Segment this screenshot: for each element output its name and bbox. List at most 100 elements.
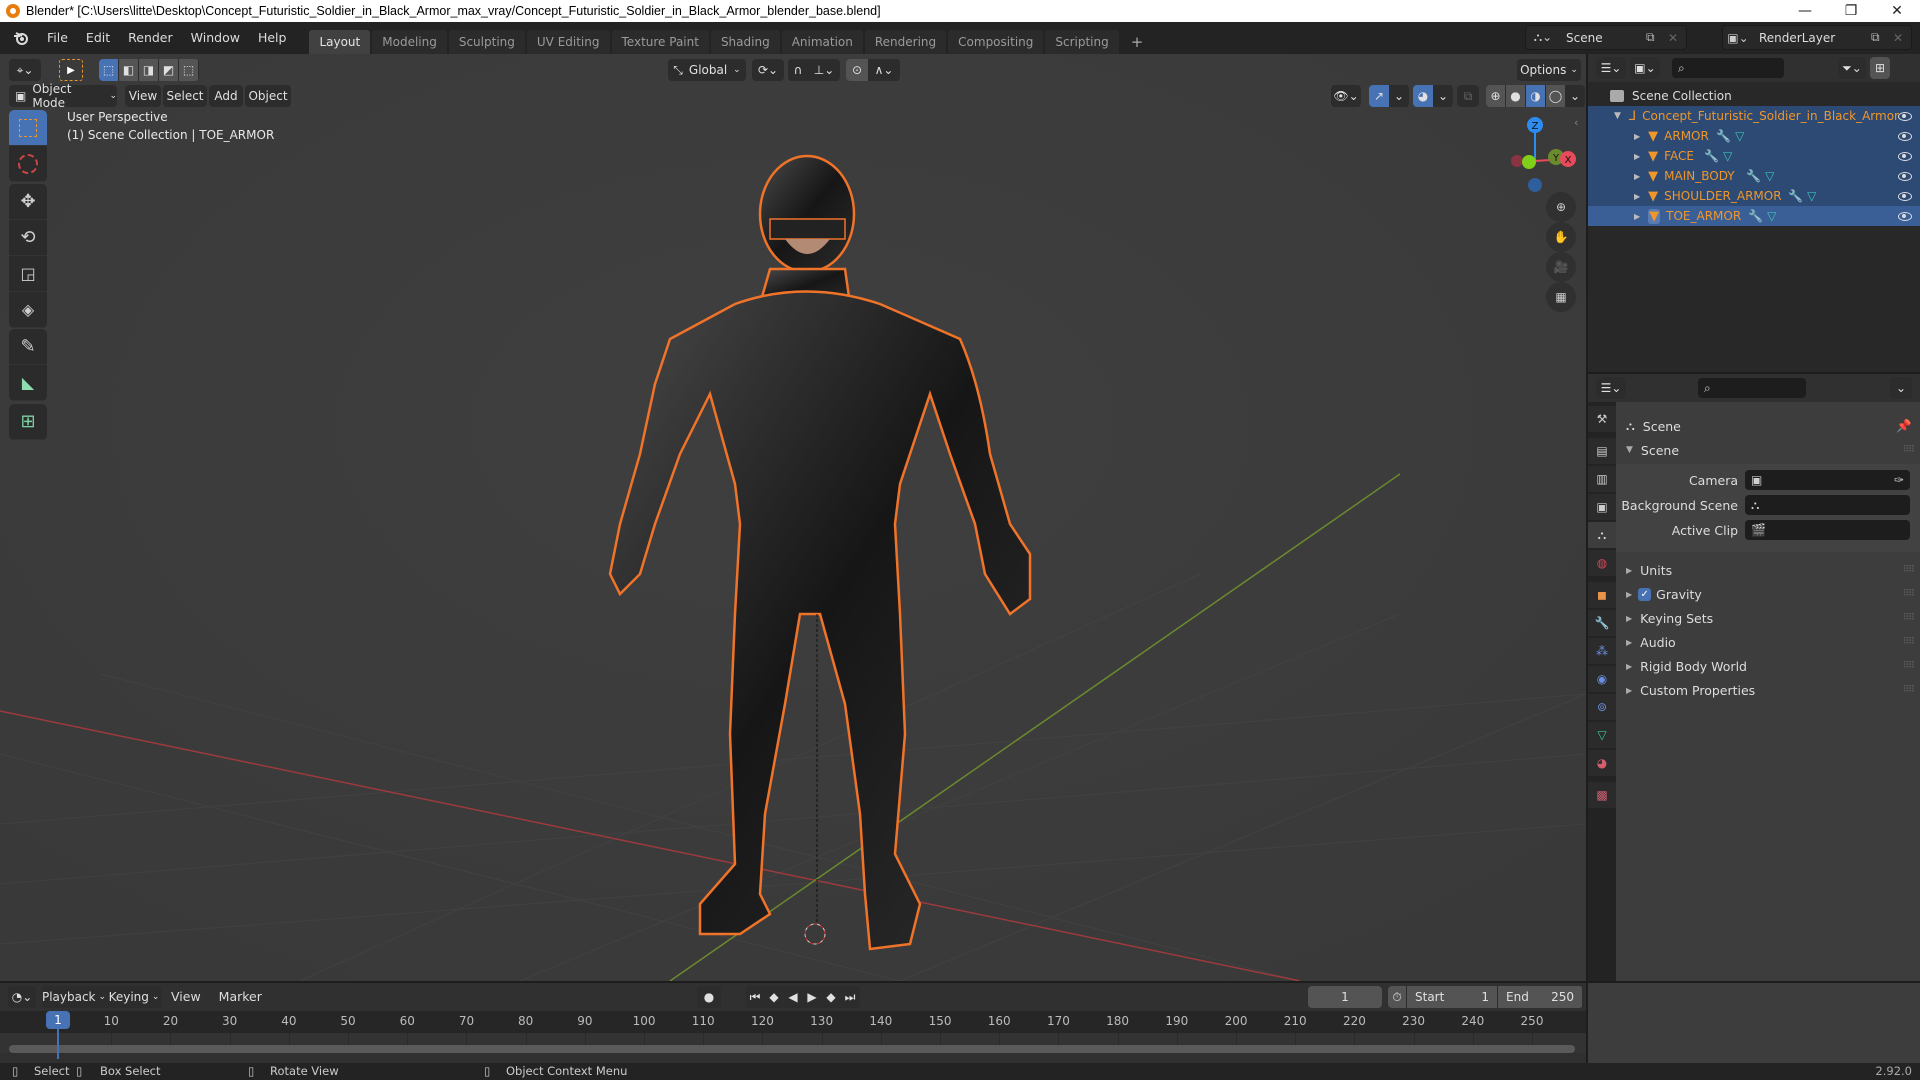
overlay-dropdown[interactable]: ⌄ — [1434, 85, 1452, 107]
active-clip-field[interactable]: 🎬 — [1745, 520, 1910, 540]
shading-material-button[interactable]: ◑ — [1526, 85, 1545, 107]
expand-arrow-icon[interactable]: ▶ — [1634, 192, 1640, 201]
visibility-dropdown[interactable]: 👁⌄ — [1331, 85, 1361, 107]
visibility-eye-icon[interactable] — [1898, 211, 1912, 221]
outliner-object-row[interactable]: ▶ ▼ FACE 🔧 ▽ — [1588, 146, 1920, 166]
mode-dropdown[interactable]: ▣ Object Mode ⌄ — [9, 82, 117, 110]
transform-orientation-dropdown[interactable]: ⤡ Global ⌄ — [668, 59, 746, 81]
jump-start-button[interactable]: ⏮ — [746, 986, 764, 1008]
ortho-toggle-button[interactable]: ▦ — [1546, 282, 1576, 312]
properties-search-input[interactable]: ⌕ — [1698, 378, 1806, 398]
visibility-eye-icon[interactable] — [1898, 171, 1912, 181]
scene-name[interactable]: Scene — [1560, 31, 1646, 45]
tab-shading[interactable]: Shading — [710, 30, 780, 54]
prev-keyframe-button[interactable]: ◆ — [765, 986, 783, 1008]
snap-target-dropdown[interactable]: ⊥⌄ — [809, 59, 839, 81]
menu-help[interactable]: Help — [249, 26, 296, 50]
new-collection-button[interactable]: ⊞ — [1870, 57, 1890, 79]
modifier-wrench-icon[interactable]: 🔧 — [1716, 129, 1731, 143]
expand-arrow-icon[interactable]: ▶ — [1634, 132, 1640, 141]
timeline-editor-type[interactable]: ◔⌄ — [8, 986, 36, 1008]
tool-measure[interactable]: ◣ — [9, 365, 47, 401]
camera-view-button[interactable]: 🎥 — [1546, 252, 1576, 282]
blender-menu-icon[interactable] — [10, 27, 32, 49]
mesh-data-icon[interactable]: ▽ — [1807, 189, 1816, 203]
close-button[interactable]: ✕ — [1874, 3, 1920, 19]
tool-select-box[interactable] — [9, 110, 47, 146]
drag-handle-icon[interactable]: ⠿⠿ — [1903, 613, 1915, 623]
select-subtract-button[interactable]: ◨ — [139, 59, 158, 81]
3d-viewport[interactable]: ⌖⌄ ▶ ⬚ ◧ ◨ ◩ ⬚ ⤡ Global ⌄ ⟳⌄ ∩ ⊥⌄ ⊙ ∧⌄ Opt… — [0, 54, 1586, 981]
display-mode-dropdown[interactable]: ▣⌄ — [1630, 57, 1660, 79]
editor-type-button[interactable]: ⌖⌄ — [9, 59, 41, 81]
timeline-menu-playback[interactable]: Playback ⌄ — [42, 986, 106, 1008]
tab-tool[interactable]: ⚒ — [1588, 406, 1616, 432]
modifier-wrench-icon[interactable]: 🔧 — [1704, 149, 1719, 163]
tab-sculpting[interactable]: Sculpting — [448, 30, 525, 54]
tool-rotate[interactable]: ⟲ — [9, 220, 47, 256]
outliner-editor-type[interactable]: ☰⌄ — [1596, 57, 1626, 79]
timeline-menu-view[interactable]: View — [162, 985, 210, 1009]
playhead-handle[interactable]: 1 — [46, 1011, 70, 1029]
tool-cursor[interactable] — [9, 146, 47, 182]
copy-view-layer-icon[interactable]: ⧉ — [1871, 30, 1893, 45]
drag-handle-icon[interactable]: ⠿⠿ — [1903, 661, 1915, 671]
view-layer-selector[interactable]: ▣⌄ RenderLayer ⧉ ✕ — [1722, 25, 1912, 50]
tab-texture[interactable]: ▩ — [1588, 782, 1616, 808]
visibility-eye-icon[interactable] — [1898, 151, 1912, 161]
tab-particles[interactable]: ⁂ — [1588, 638, 1616, 664]
tab-view-layer[interactable]: ▣ — [1588, 494, 1616, 520]
shading-solid-button[interactable]: ● — [1506, 85, 1525, 107]
menu-file[interactable]: File — [38, 26, 77, 50]
tab-scripting[interactable]: Scripting — [1045, 30, 1119, 54]
snap-toggle[interactable]: ∩ — [788, 59, 808, 81]
background-scene-field[interactable]: ⛬ — [1745, 495, 1910, 515]
outliner-object-row[interactable]: ▶ ▼ SHOULDER_ARMOR 🔧 ▽ — [1588, 186, 1920, 206]
panel-audio[interactable]: ▶ Audio ⠿⠿ — [1616, 630, 1920, 654]
delete-scene-icon[interactable]: ✕ — [1668, 31, 1686, 45]
expand-arrow-icon[interactable]: ▶ — [1634, 172, 1640, 181]
tab-animation[interactable]: Animation — [781, 30, 863, 54]
expand-arrow-icon[interactable]: ▶ — [1634, 212, 1640, 221]
camera-field[interactable]: ▣ ✑ — [1745, 470, 1910, 490]
properties-options-dropdown[interactable]: ⌄ — [1890, 377, 1912, 399]
modifier-wrench-icon[interactable]: 🔧 — [1746, 169, 1761, 183]
mesh-data-icon[interactable]: ▽ — [1767, 209, 1776, 223]
overlay-toggle[interactable]: ◕ — [1413, 85, 1433, 107]
select-tool-icon[interactable]: ▶ — [59, 59, 83, 81]
outliner-object-row-active[interactable]: ▶ ▼ TOE_ARMOR 🔧 ▽ — [1588, 206, 1920, 226]
pivot-point-dropdown[interactable]: ⟳⌄ — [752, 59, 784, 81]
add-workspace-button[interactable]: + — [1121, 30, 1154, 54]
menu-render[interactable]: Render — [119, 26, 182, 50]
tool-scale[interactable]: ◲ — [9, 256, 47, 292]
select-intersect-button[interactable]: ⬚ — [179, 59, 198, 81]
shading-wireframe-button[interactable]: ⊕ — [1486, 85, 1505, 107]
tab-data[interactable]: ▽ — [1588, 722, 1616, 748]
panel-rigid-body-world[interactable]: ▶ Rigid Body World ⠿⠿ — [1616, 654, 1920, 678]
select-new-button[interactable]: ⬚ — [99, 59, 118, 81]
shading-dropdown[interactable]: ⌄ — [1566, 85, 1584, 107]
sidebar-toggle-icon[interactable]: ‹ — [1574, 116, 1578, 129]
viewport-menu-object[interactable]: Object — [245, 85, 291, 107]
tab-material[interactable]: ◕ — [1588, 750, 1616, 776]
copy-scene-icon[interactable]: ⧉ — [1646, 30, 1668, 45]
tab-modifiers[interactable]: 🔧 — [1588, 610, 1616, 636]
navigation-gizmo[interactable]: Z Y X — [1490, 106, 1580, 196]
tab-rendering[interactable]: Rendering — [864, 30, 947, 54]
tool-transform[interactable]: ◈ — [9, 292, 47, 328]
filter-dropdown[interactable]: ⏷⌄ — [1838, 57, 1866, 79]
tab-layout[interactable]: Layout — [309, 30, 371, 54]
panel-gravity[interactable]: ▶ ✓ Gravity ⠿⠿ — [1616, 582, 1920, 606]
visibility-eye-icon[interactable] — [1898, 131, 1912, 141]
shading-rendered-button[interactable]: ◯ — [1546, 85, 1565, 107]
mesh-data-icon[interactable]: ▽ — [1735, 129, 1744, 143]
panel-units[interactable]: ▶ Units ⠿⠿ — [1616, 558, 1920, 582]
visibility-eye-icon[interactable] — [1898, 111, 1912, 121]
jump-end-button[interactable]: ⏭ — [841, 986, 859, 1008]
tab-scene[interactable]: ⛬ — [1588, 522, 1616, 548]
timeline-scrollbar[interactable] — [9, 1045, 1575, 1053]
timeline-menu-keying[interactable]: Keying ⌄ — [107, 986, 161, 1008]
viewport-menu-select[interactable]: Select — [163, 85, 207, 107]
zoom-view-button[interactable]: ⊕ — [1546, 192, 1576, 222]
mesh-data-icon[interactable]: ▽ — [1723, 149, 1732, 163]
